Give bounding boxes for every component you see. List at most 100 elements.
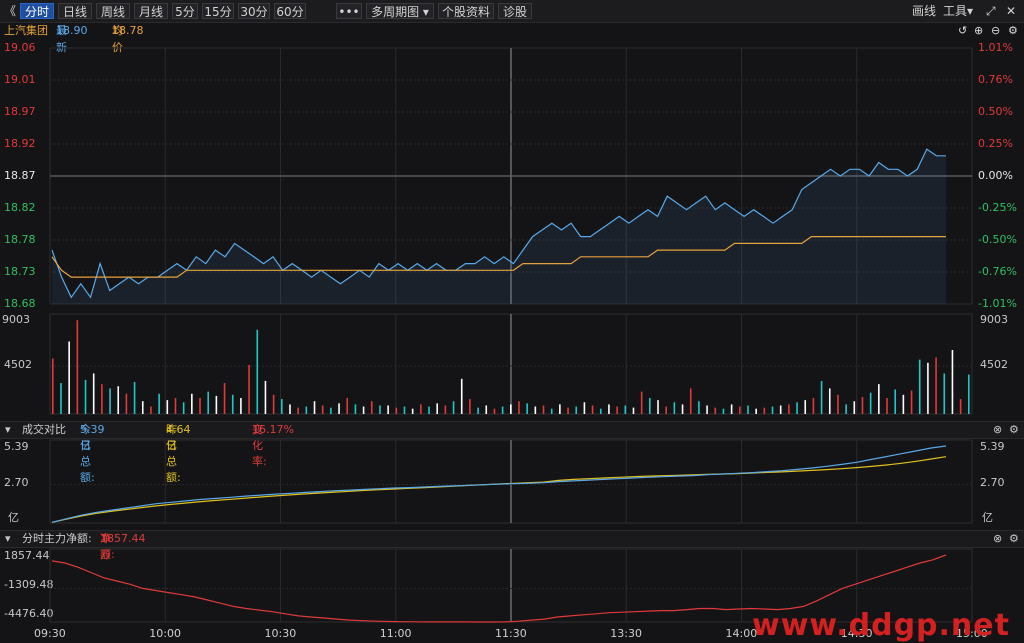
volume-bar bbox=[730, 404, 733, 414]
volume-bar bbox=[804, 400, 807, 414]
volume-bar bbox=[207, 391, 209, 414]
volume-bar bbox=[60, 383, 62, 414]
volume-bar bbox=[624, 405, 627, 414]
volume-bar bbox=[943, 373, 946, 414]
volume-bar bbox=[436, 403, 438, 414]
volume-bar bbox=[313, 401, 316, 414]
volume-bar bbox=[215, 395, 218, 414]
volume-bar bbox=[362, 406, 365, 414]
volume-bar bbox=[706, 405, 708, 414]
volume-bar bbox=[174, 398, 177, 414]
volume-bar bbox=[330, 407, 332, 414]
volume-bar bbox=[469, 399, 471, 414]
volume-bar bbox=[828, 388, 831, 414]
volume-bar bbox=[632, 407, 635, 414]
volume-bar bbox=[510, 404, 512, 414]
volume-bar bbox=[689, 388, 692, 414]
volume-bar bbox=[837, 394, 839, 414]
volume-bar bbox=[444, 405, 447, 414]
volume-bar bbox=[321, 405, 324, 414]
volume-bar bbox=[460, 378, 463, 414]
volume-bar bbox=[853, 401, 856, 414]
volume-bar bbox=[281, 399, 283, 414]
volume-bar bbox=[959, 399, 962, 414]
volume-bar bbox=[534, 406, 537, 414]
volume-bar bbox=[869, 392, 872, 414]
volume-bar bbox=[182, 402, 185, 414]
volume-bar bbox=[338, 403, 340, 414]
volume-bar bbox=[370, 401, 373, 414]
volume-bar bbox=[657, 400, 659, 414]
volume-bar bbox=[428, 406, 430, 414]
volume-bar bbox=[101, 384, 103, 414]
volume-bar bbox=[248, 364, 250, 414]
volume-bar bbox=[297, 407, 299, 414]
volume-bar bbox=[158, 393, 160, 414]
volume-bar bbox=[755, 408, 757, 414]
volume-bar bbox=[861, 396, 864, 414]
volume-bar bbox=[591, 405, 594, 414]
volume-bar bbox=[910, 390, 913, 414]
volume-bar bbox=[616, 406, 618, 414]
volume-bar bbox=[387, 405, 389, 414]
volume-bar bbox=[665, 406, 667, 414]
volume-bar bbox=[403, 406, 406, 414]
volume-bar bbox=[346, 398, 349, 414]
volume-bar bbox=[501, 406, 504, 414]
volume-bar bbox=[150, 406, 152, 414]
volume-bar bbox=[845, 404, 847, 414]
volume-bar bbox=[485, 405, 488, 414]
volume-bar bbox=[231, 394, 234, 414]
volume-bar bbox=[289, 404, 291, 414]
volume-bar bbox=[223, 383, 226, 414]
volume-bar bbox=[526, 403, 528, 414]
volume-bar bbox=[84, 379, 87, 414]
volume-bar bbox=[968, 374, 970, 414]
volume-bar bbox=[477, 407, 479, 414]
volume-bar bbox=[649, 398, 651, 414]
volume-bar bbox=[878, 384, 880, 414]
volume-bar bbox=[141, 401, 144, 414]
volume-bar bbox=[68, 341, 70, 414]
volume-bar bbox=[191, 393, 193, 414]
volume-bar bbox=[256, 329, 259, 414]
volume-bar bbox=[542, 405, 545, 414]
volume-bar bbox=[559, 404, 561, 414]
volume-bar bbox=[779, 405, 782, 414]
volume-bar bbox=[820, 380, 823, 414]
volume-bar bbox=[166, 400, 169, 414]
volume-bar bbox=[76, 320, 79, 414]
volume-bar bbox=[788, 404, 790, 414]
volume-bar bbox=[902, 394, 905, 414]
volume-bar bbox=[199, 398, 201, 414]
volume-bar bbox=[379, 405, 381, 414]
watermark-logo: www.ddgp.net bbox=[752, 608, 1010, 643]
volume-bar bbox=[52, 358, 54, 414]
volume-bar bbox=[133, 382, 136, 414]
volume-bar bbox=[599, 408, 602, 414]
volume-bar bbox=[305, 406, 308, 414]
volume-bar bbox=[518, 401, 520, 414]
volume-bar bbox=[722, 408, 725, 414]
yesterday-turnover-line bbox=[51, 456, 947, 523]
volume-bar bbox=[739, 406, 741, 414]
volume-bar bbox=[117, 386, 120, 414]
volume-bar bbox=[812, 398, 815, 414]
volume-bar bbox=[575, 406, 578, 414]
volume-bar bbox=[935, 357, 937, 414]
volume-bar bbox=[608, 404, 610, 414]
volume-bar bbox=[92, 373, 95, 414]
intraday-chart[interactable] bbox=[0, 0, 1024, 643]
volume-bar bbox=[109, 388, 111, 414]
volume-bar bbox=[673, 402, 676, 414]
volume-bar bbox=[264, 380, 267, 414]
volume-bar bbox=[493, 408, 496, 414]
volume-bar bbox=[747, 405, 749, 414]
volume-bar bbox=[354, 404, 357, 414]
volume-bar bbox=[698, 401, 700, 414]
price-area bbox=[52, 149, 946, 304]
volume-bar bbox=[583, 402, 586, 414]
volume-bar bbox=[550, 408, 553, 414]
volume-bar bbox=[411, 408, 414, 414]
volume-bar bbox=[125, 393, 128, 414]
